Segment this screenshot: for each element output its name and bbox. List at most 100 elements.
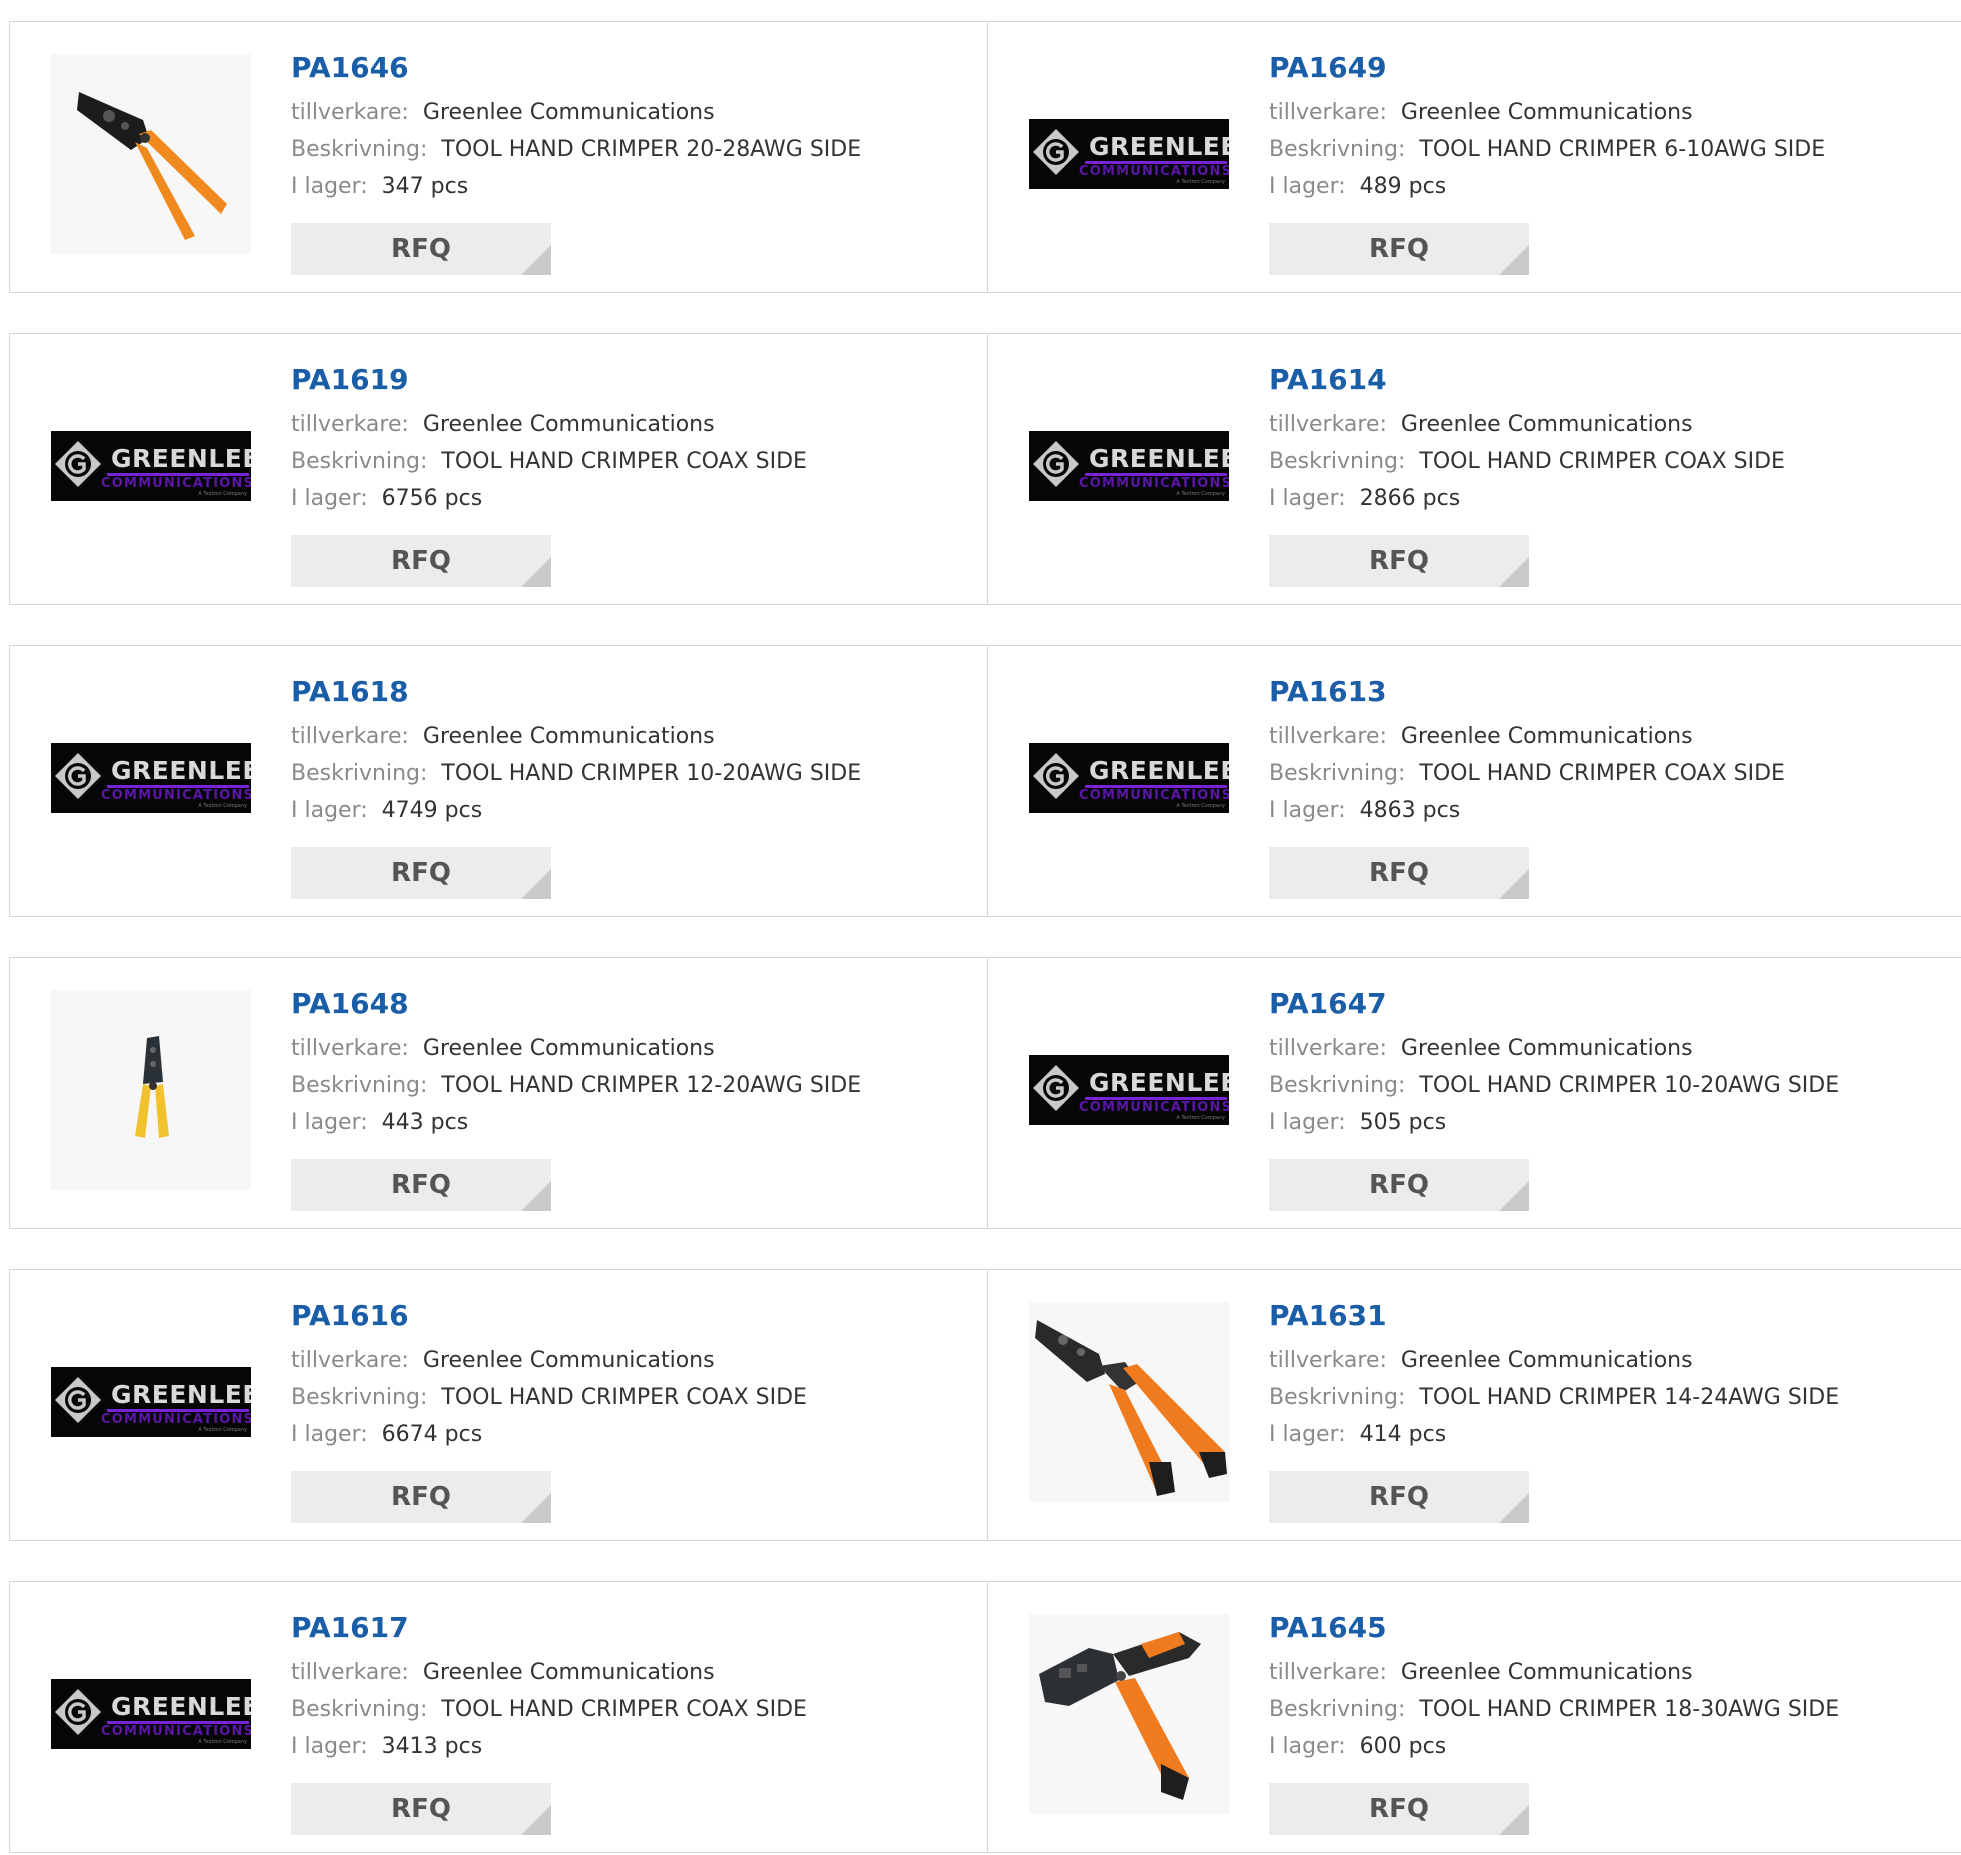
part-number-link[interactable]: PA1647 (1269, 984, 1839, 1024)
rfq-label: RFQ (1369, 858, 1429, 888)
description-line: Beskrivning: TOOL HAND CRIMPER COAX SIDE (1269, 755, 1785, 792)
description-value: TOOL HAND CRIMPER 20-28AWG SIDE (441, 137, 862, 162)
product-image[interactable]: GREENLEE. COMMUNICATIONS A Textron Compa… (51, 678, 251, 878)
stock-line: I lager: 6756 pcs (291, 480, 807, 517)
description-label: Beskrivning: (1269, 1385, 1406, 1410)
product-info: PA1613 tillverkare: Greenlee Communicatio… (1269, 672, 1785, 829)
part-number-link[interactable]: PA1649 (1269, 48, 1825, 88)
description-line: Beskrivning: TOOL HAND CRIMPER 20-28AWG S… (291, 131, 861, 168)
part-number-link[interactable]: PA1617 (291, 1608, 807, 1648)
corner-triangle-icon (1499, 1493, 1529, 1523)
part-number-link[interactable]: PA1645 (1269, 1608, 1839, 1648)
rfq-label: RFQ (391, 234, 451, 264)
logo-sub-text: COMMUNICATIONS (101, 788, 251, 803)
part-number-link[interactable]: PA1618 (291, 672, 861, 712)
corner-triangle-icon (521, 1493, 551, 1523)
manufacturer-line: tillverkare: Greenlee Communications (1269, 1342, 1839, 1379)
logo-brand-text: GREENLEE. (1089, 756, 1229, 785)
part-number-link[interactable]: PA1613 (1269, 672, 1785, 712)
corner-triangle-icon (1499, 1181, 1529, 1211)
stock-value: 414 pcs (1359, 1422, 1447, 1447)
stock-value: 2866 pcs (1359, 486, 1461, 511)
logo-tagline: A Textron Company (198, 803, 247, 809)
corner-triangle-icon (521, 557, 551, 587)
logo-brand-text: GREENLEE. (111, 1380, 251, 1409)
product-image[interactable]: GREENLEE. COMMUNICATIONS A Textron Compa… (51, 1614, 251, 1814)
product-card: GREENLEE. COMMUNICATIONS A Textron Compa… (9, 333, 988, 605)
greenlee-g-icon (55, 753, 101, 799)
product-image[interactable]: GREENLEE. COMMUNICATIONS A Textron Compa… (51, 366, 251, 566)
part-number-link[interactable]: PA1648 (291, 984, 861, 1024)
description-label: Beskrivning: (1269, 1073, 1406, 1098)
part-number-link[interactable]: PA1619 (291, 360, 807, 400)
rfq-button[interactable]: RFQ (1269, 1159, 1529, 1211)
stock-label: I lager: (1269, 798, 1346, 823)
description-value: TOOL HAND CRIMPER 10-20AWG SIDE (441, 761, 862, 786)
greenlee-g-icon (1033, 1065, 1079, 1111)
product-image[interactable]: GREENLEE. COMMUNICATIONS A Textron Compa… (1029, 678, 1229, 878)
rfq-button[interactable]: RFQ (291, 1783, 551, 1835)
product-row: GREENLEE. COMMUNICATIONS A Textron Compa… (9, 333, 1961, 607)
manufacturer-value: Greenlee Communications (422, 1348, 715, 1373)
part-number-link[interactable]: PA1631 (1269, 1296, 1839, 1336)
rfq-button[interactable]: RFQ (291, 1159, 551, 1211)
product-image[interactable]: GREENLEE. COMMUNICATIONS A Textron Compa… (1029, 990, 1229, 1190)
product-image[interactable]: GREENLEE. COMMUNICATIONS A Textron Compa… (1029, 366, 1229, 566)
rfq-button[interactable]: RFQ (1269, 223, 1529, 275)
product-image[interactable]: GREENLEE. COMMUNICATIONS A Textron Compa… (51, 1302, 251, 1502)
product-image[interactable] (1029, 1614, 1229, 1814)
rfq-button[interactable]: RFQ (1269, 1783, 1529, 1835)
description-label: Beskrivning: (1269, 761, 1406, 786)
logo-sub-text: COMMUNICATIONS (101, 476, 251, 491)
rfq-button[interactable]: RFQ (1269, 847, 1529, 899)
manufacturer-label: tillverkare: (1269, 1036, 1387, 1061)
corner-triangle-icon (521, 869, 551, 899)
manufacturer-value: Greenlee Communications (422, 1036, 715, 1061)
rfq-button[interactable]: RFQ (291, 1471, 551, 1523)
manufacturer-line: tillverkare: Greenlee Communications (1269, 1030, 1839, 1067)
stock-label: I lager: (291, 798, 368, 823)
stock-label: I lager: (1269, 174, 1346, 199)
rfq-button[interactable]: RFQ (1269, 1471, 1529, 1523)
description-value: TOOL HAND CRIMPER COAX SIDE (441, 449, 807, 474)
greenlee-logo: GREENLEE. COMMUNICATIONS A Textron Compa… (51, 431, 251, 501)
rfq-button[interactable]: RFQ (291, 847, 551, 899)
description-line: Beskrivning: TOOL HAND CRIMPER 18-30AWG S… (1269, 1691, 1839, 1728)
greenlee-logo: GREENLEE. COMMUNICATIONS A Textron Compa… (1029, 1055, 1229, 1125)
product-info: PA1618 tillverkare: Greenlee Communicatio… (291, 672, 861, 829)
greenlee-logo: GREENLEE. COMMUNICATIONS A Textron Compa… (51, 743, 251, 813)
manufacturer-value: Greenlee Communications (1400, 100, 1693, 125)
rfq-button[interactable]: RFQ (291, 535, 551, 587)
part-number-link[interactable]: PA1614 (1269, 360, 1785, 400)
description-line: Beskrivning: TOOL HAND CRIMPER 6-10AWG SI… (1269, 131, 1825, 168)
logo-tagline: A Textron Company (198, 491, 247, 497)
logo-sub-text: COMMUNICATIONS (1079, 164, 1229, 179)
manufacturer-label: tillverkare: (1269, 724, 1387, 749)
logo-tagline: A Textron Company (198, 1739, 247, 1745)
stock-line: I lager: 347 pcs (291, 168, 861, 205)
product-info: PA1619 tillverkare: Greenlee Communicatio… (291, 360, 807, 517)
stock-line: I lager: 3413 pcs (291, 1728, 807, 1765)
corner-triangle-icon (521, 245, 551, 275)
description-line: Beskrivning: TOOL HAND CRIMPER COAX SIDE (291, 1691, 807, 1728)
product-card: PA1645 tillverkare: Greenlee Communicatio… (987, 1581, 1961, 1853)
greenlee-g-icon (1033, 753, 1079, 799)
stock-line: I lager: 443 pcs (291, 1104, 861, 1141)
product-image[interactable] (51, 990, 251, 1190)
manufacturer-label: tillverkare: (291, 724, 409, 749)
description-label: Beskrivning: (291, 1073, 428, 1098)
rfq-button[interactable]: RFQ (1269, 535, 1529, 587)
greenlee-g-icon (55, 441, 101, 487)
part-number-link[interactable]: PA1616 (291, 1296, 807, 1336)
logo-sub-text: COMMUNICATIONS (101, 1412, 251, 1427)
product-image[interactable]: GREENLEE. COMMUNICATIONS A Textron Compa… (1029, 54, 1229, 254)
product-card: GREENLEE. COMMUNICATIONS A Textron Compa… (987, 21, 1961, 293)
logo-tagline: A Textron Company (198, 1427, 247, 1433)
stock-line: I lager: 6674 pcs (291, 1416, 807, 1453)
product-image[interactable] (1029, 1302, 1229, 1502)
rfq-label: RFQ (1369, 1482, 1429, 1512)
rfq-label: RFQ (1369, 1170, 1429, 1200)
part-number-link[interactable]: PA1646 (291, 48, 861, 88)
product-image[interactable] (51, 54, 251, 254)
rfq-button[interactable]: RFQ (291, 223, 551, 275)
